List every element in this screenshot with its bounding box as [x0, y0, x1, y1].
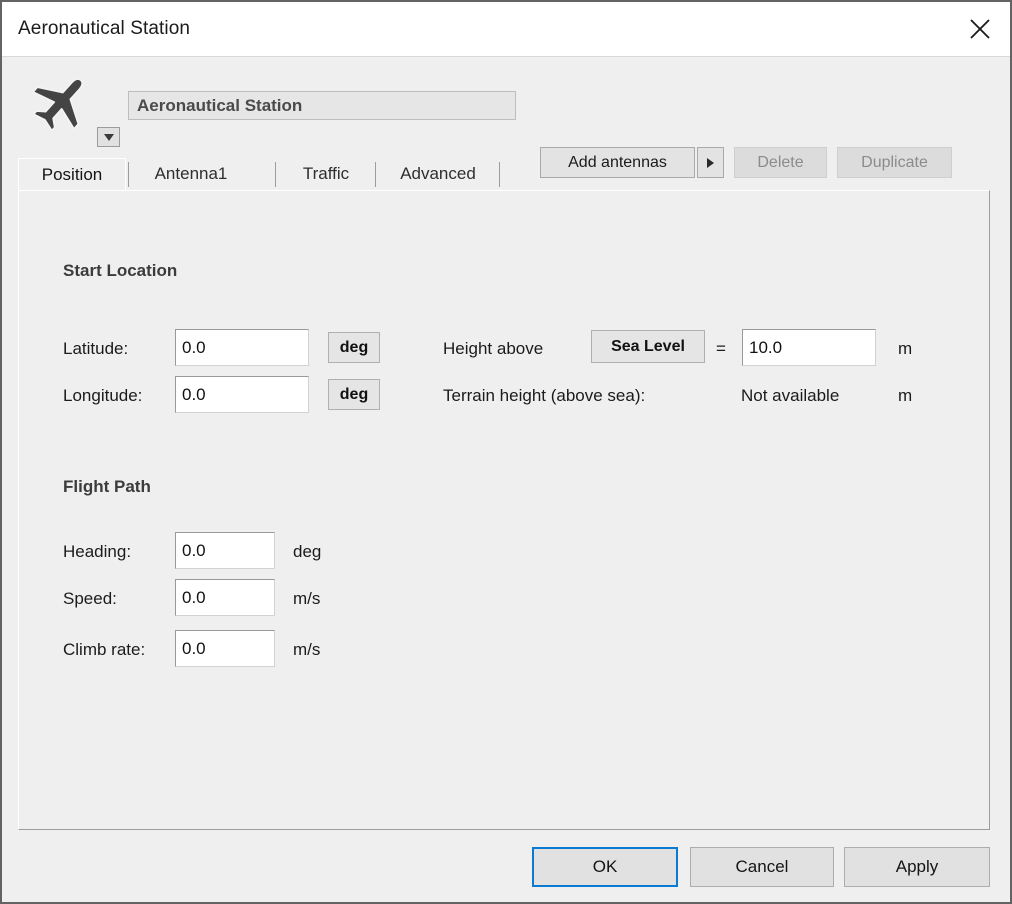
tab-antenna1[interactable]: Antenna1 [136, 158, 246, 190]
longitude-label: Longitude: [63, 386, 143, 405]
tab-separator [499, 162, 500, 187]
longitude-input[interactable] [175, 376, 309, 413]
terrain-height-label: Terrain height (above sea): [443, 386, 646, 405]
speed-input[interactable] [175, 579, 275, 616]
station-icon-dropdown-button[interactable] [97, 127, 120, 147]
close-icon [969, 18, 991, 40]
flight-path-heading: Flight Path [63, 477, 151, 496]
airplane-icon [28, 70, 96, 132]
climb-rate-unit-label: m/s [293, 640, 321, 659]
position-tab-panel: Start Location Latitude: deg Longitude: … [18, 190, 990, 830]
tab-separator [275, 162, 276, 187]
height-input[interactable] [742, 329, 876, 366]
chevron-down-icon [103, 133, 114, 141]
speed-unit-label: m/s [293, 589, 321, 608]
tab-separator [128, 162, 129, 187]
tab-strip: Position Antenna1 Traffic Advanced [18, 158, 990, 190]
station-name-input[interactable] [128, 91, 516, 120]
tab-traffic[interactable]: Traffic [283, 158, 369, 190]
height-unit-label: m [898, 339, 913, 358]
heading-label: Heading: [63, 542, 132, 561]
tab-position[interactable]: Position [18, 158, 126, 190]
speed-label: Speed: [63, 589, 117, 608]
latitude-input[interactable] [175, 329, 309, 366]
equals-sign: = [716, 339, 726, 358]
station-header: Add antennas Delete Duplicate [2, 56, 1010, 178]
latitude-unit-button[interactable]: deg [328, 332, 380, 363]
cancel-button[interactable]: Cancel [690, 847, 834, 887]
climb-rate-input[interactable] [175, 630, 275, 667]
window-title: Aeronautical Station [18, 18, 191, 39]
climb-rate-label: Climb rate: [63, 640, 146, 659]
heading-unit-label: deg [293, 542, 322, 561]
start-location-heading: Start Location [63, 261, 178, 280]
tab-separator [375, 162, 376, 187]
close-button[interactable] [956, 2, 1004, 56]
terrain-height-unit-label: m [898, 386, 913, 405]
title-bar: Aeronautical Station [2, 2, 1010, 57]
height-reference-button[interactable]: Sea Level [591, 330, 705, 363]
heading-input[interactable] [175, 532, 275, 569]
terrain-height-value: Not available [741, 386, 840, 405]
tab-advanced[interactable]: Advanced [383, 158, 493, 190]
longitude-unit-button[interactable]: deg [328, 379, 380, 410]
latitude-label: Latitude: [63, 339, 129, 358]
ok-button[interactable]: OK [532, 847, 678, 887]
height-above-label: Height above [443, 339, 544, 358]
dialog-window: Aeronautical Station Add antennas [0, 0, 1012, 904]
apply-button[interactable]: Apply [844, 847, 990, 887]
